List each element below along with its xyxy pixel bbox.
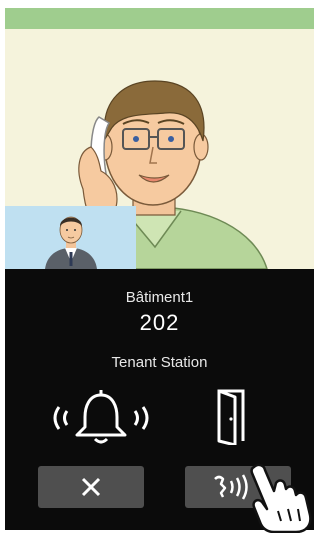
pointing-hand-icon: [250, 463, 312, 533]
status-bar: [5, 8, 314, 29]
room-number: 202: [139, 310, 180, 335]
door-icon: [217, 389, 245, 445]
intercom-screen: Bâtiment1 202 Tenant Station: [5, 8, 314, 530]
close-icon: [81, 477, 101, 497]
self-view: [5, 206, 136, 269]
station-type: Tenant Station: [111, 354, 208, 371]
building-label: Bâtiment1: [125, 289, 194, 306]
ringing-bell-icon: [53, 390, 149, 444]
hangup-button[interactable]: [38, 466, 144, 508]
self-view-illustration: [45, 216, 97, 269]
